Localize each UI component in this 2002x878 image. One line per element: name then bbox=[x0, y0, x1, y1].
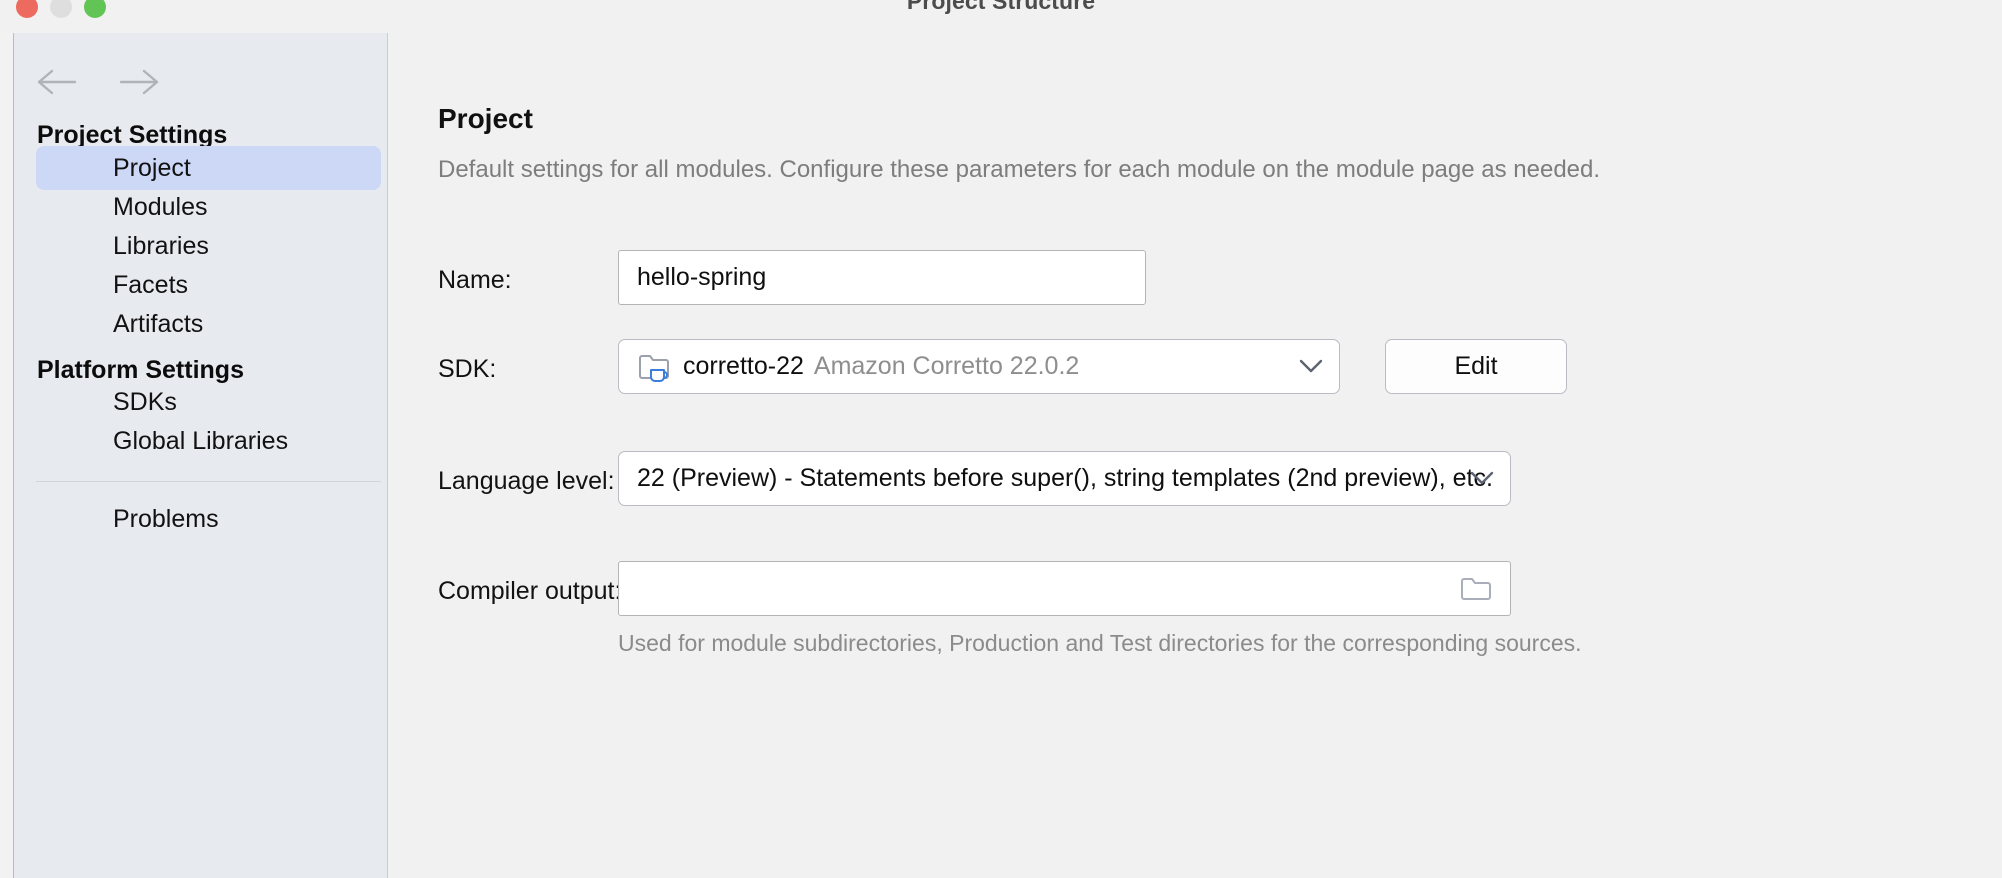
sidebar-item-label: Libraries bbox=[113, 231, 209, 260]
sdk-label: SDK: bbox=[438, 354, 497, 383]
sidebar-item-libraries[interactable]: Libraries bbox=[36, 224, 381, 268]
name-input[interactable]: hello-spring bbox=[618, 250, 1146, 305]
sdk-detail: Amazon Corretto 22.0.2 bbox=[813, 352, 1080, 380]
sidebar-item-label: Artifacts bbox=[113, 309, 204, 338]
sidebar-item-label: Global Libraries bbox=[113, 426, 289, 455]
folder-icon[interactable] bbox=[1460, 562, 1492, 615]
compiler-output-row: Compiler output: bbox=[389, 561, 2002, 621]
sidebar-item-modules[interactable]: Modules bbox=[36, 185, 381, 229]
edit-sdk-button[interactable]: Edit bbox=[1385, 339, 1567, 394]
window-title: Project Structure bbox=[906, 0, 1096, 14]
settings-sidebar: Project Settings Project Modules Librari… bbox=[14, 33, 388, 878]
arrow-left-icon[interactable] bbox=[36, 61, 78, 103]
sidebar-item-artifacts[interactable]: Artifacts bbox=[36, 302, 381, 346]
page-title: Project bbox=[438, 103, 533, 134]
sidebar-item-label: Facets bbox=[113, 270, 189, 299]
window-titlebar: Project Structure bbox=[0, 0, 2002, 33]
name-row: Name: hello-spring bbox=[389, 250, 2002, 310]
sidebar-item-label: Modules bbox=[113, 192, 208, 221]
java-sdk-folder-icon bbox=[637, 350, 671, 384]
compiler-output-label: Compiler output: bbox=[438, 576, 622, 605]
language-level-label: Language level: bbox=[438, 466, 615, 495]
name-label: Name: bbox=[438, 265, 512, 294]
page-description: Default settings for all modules. Config… bbox=[438, 156, 1601, 183]
language-level-row: Language level: 22 (Preview) - Statement… bbox=[389, 451, 2002, 511]
project-settings-panel: Project Default settings for all modules… bbox=[389, 33, 2002, 878]
language-level-dropdown[interactable]: 22 (Preview) - Statements before super()… bbox=[618, 451, 1511, 506]
sidebar-item-global-libraries[interactable]: Global Libraries bbox=[36, 419, 381, 463]
arrow-right-icon[interactable] bbox=[118, 61, 160, 103]
sidebar-divider bbox=[36, 481, 381, 482]
sidebar-item-problems[interactable]: Problems bbox=[36, 497, 381, 541]
window-left-edge bbox=[0, 33, 14, 878]
compiler-output-hint: Used for module subdirectories, Producti… bbox=[618, 630, 1582, 656]
chevron-down-icon[interactable] bbox=[1299, 340, 1323, 393]
sidebar-item-sdks[interactable]: SDKs bbox=[36, 380, 381, 424]
language-level-value: 22 (Preview) - Statements before super()… bbox=[637, 464, 1493, 492]
sidebar-item-label: Project bbox=[113, 153, 191, 182]
sdk-row: SDK: corretto-22 Amazon Corretto 22.0.2 … bbox=[389, 339, 2002, 399]
sidebar-item-project[interactable]: Project bbox=[36, 146, 381, 190]
sdk-dropdown[interactable]: corretto-22 Amazon Corretto 22.0.2 bbox=[618, 339, 1340, 394]
sidebar-item-label: SDKs bbox=[113, 387, 177, 416]
chevron-down-icon[interactable] bbox=[1470, 452, 1494, 505]
compiler-output-input[interactable] bbox=[618, 561, 1511, 616]
sidebar-item-facets[interactable]: Facets bbox=[36, 263, 381, 307]
sdk-value: corretto-22 bbox=[683, 352, 804, 380]
sidebar-item-label: Problems bbox=[113, 504, 219, 533]
navigation-arrows bbox=[36, 61, 160, 103]
